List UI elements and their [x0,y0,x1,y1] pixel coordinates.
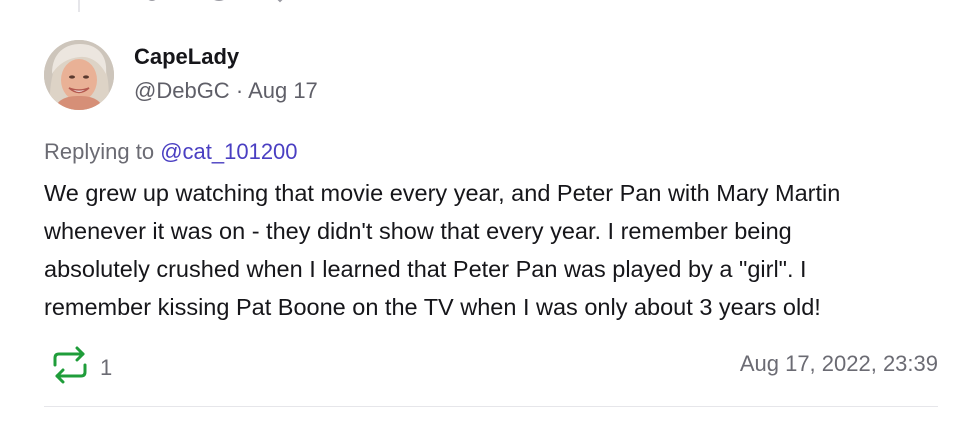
display-name[interactable]: CapeLady [134,44,239,70]
repost-button[interactable]: 1 [50,346,112,389]
post-body-line: whenever it was on - they didn't show th… [44,218,792,244]
handle-and-date: @DebGC · Aug 17 [134,78,318,104]
repost-icon-previous[interactable] [204,0,228,6]
like-icon[interactable] [268,0,292,6]
replying-to-line: Replying to @cat_101200 [44,139,298,165]
post-body-line: absolutely crushed when I learned that P… [44,256,807,282]
post-body-line: remember kissing Pat Boone on the TV whe… [44,294,821,320]
post-body: We grew up watching that movie every yea… [44,174,949,326]
post-date[interactable]: Aug 17 [248,78,318,103]
replying-prefix: Replying to [44,139,155,164]
repost-count: 1 [100,354,113,380]
separator-dot: · [235,78,244,103]
reply-icon[interactable] [140,0,164,6]
user-handle[interactable]: @DebGC [134,78,230,103]
replying-to-mention[interactable]: @cat_101200 [160,139,297,164]
post-timestamp[interactable]: Aug 17, 2022, 23:39 [740,351,938,377]
repost-icon [50,346,90,389]
thread-connector-line [78,0,80,12]
post-body-line: We grew up watching that movie every yea… [44,180,841,206]
previous-post-actions [140,0,292,6]
post-divider [44,406,938,407]
avatar[interactable] [44,40,114,110]
